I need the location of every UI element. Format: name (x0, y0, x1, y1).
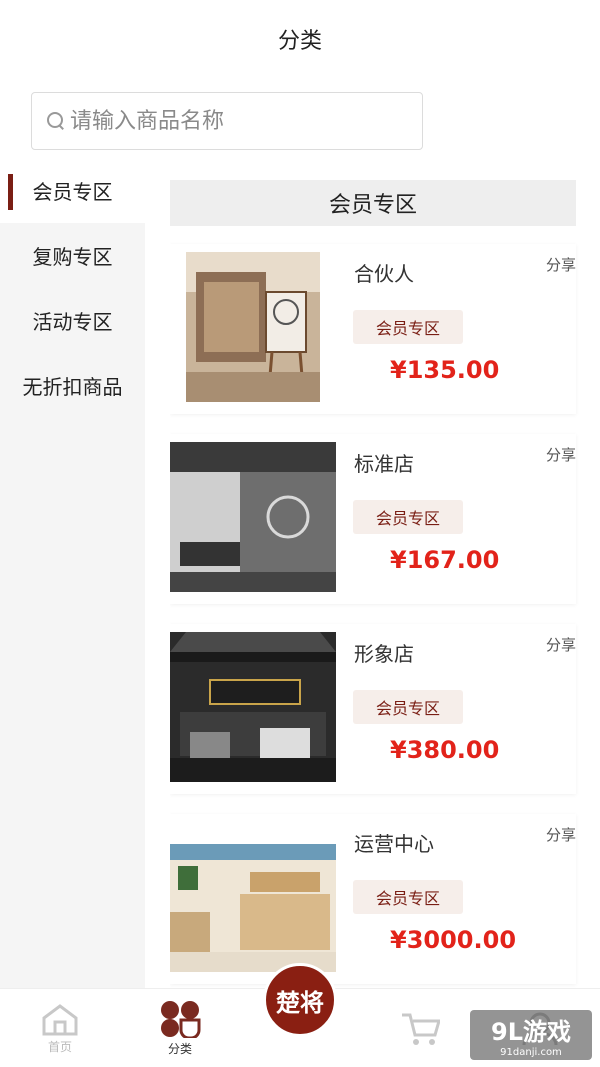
product-price: ¥167.00 (390, 546, 500, 574)
home-icon (42, 1004, 78, 1036)
tab-cart[interactable] (360, 989, 480, 1067)
sidebar-item-label: 无折扣商品 (22, 375, 123, 399)
watermark-url: 91danji.com (500, 1047, 562, 1058)
brand-logo-text: 楚将 (276, 987, 324, 1017)
watermark-title: 9L游戏 (491, 1018, 571, 1046)
tab-category-label: 分类 (167, 1042, 192, 1056)
cart-icon (402, 1013, 440, 1045)
product-card[interactable]: 运营中心 分享 会员专区 ¥3000.00 (170, 814, 576, 984)
site-watermark: 9L游戏 91danji.com (470, 1010, 592, 1060)
tab-home[interactable]: 首页 (0, 989, 120, 1067)
share-button[interactable]: 分享 (546, 444, 576, 465)
product-card[interactable]: 形象店 分享 会员专区 ¥380.00 (170, 624, 576, 794)
search-input[interactable] (70, 108, 400, 134)
product-name: 形象店 (354, 642, 414, 666)
share-button[interactable]: 分享 (546, 824, 576, 845)
brand-logo-button[interactable]: 楚将 (263, 963, 337, 1037)
page-header: 分类 (0, 0, 600, 78)
product-name: 运营中心 (354, 832, 434, 856)
sidebar-item-no-discount[interactable]: 无折扣商品 (0, 353, 145, 418)
product-name: 合伙人 (354, 262, 414, 286)
tab-category[interactable]: 分类 (120, 989, 240, 1067)
sidebar-item-label: 活动专区 (32, 310, 113, 334)
product-image[interactable] (170, 632, 336, 782)
tab-home-label: 首页 (47, 1040, 72, 1054)
product-tag: 会员专区 (353, 500, 463, 534)
section-header: 会员专区 (170, 180, 576, 226)
sidebar-item-label: 会员专区 (32, 180, 113, 204)
product-card[interactable]: 合伙人 分享 会员专区 ¥135.00 (170, 244, 576, 414)
page-title: 分类 (277, 29, 322, 54)
category-icon (161, 1001, 201, 1038)
product-name: 标准店 (354, 452, 414, 476)
sidebar-item-member[interactable]: 会员专区 (0, 158, 145, 223)
product-price: ¥3000.00 (390, 926, 517, 954)
sidebar-item-repurchase[interactable]: 复购专区 (0, 223, 145, 288)
product-image[interactable] (186, 252, 320, 402)
product-tag: 会员专区 (353, 690, 463, 724)
product-tag: 会员专区 (353, 880, 463, 914)
search-icon (46, 111, 66, 131)
sidebar-item-activity[interactable]: 活动专区 (0, 288, 145, 353)
share-button[interactable]: 分享 (546, 254, 576, 275)
share-button[interactable]: 分享 (546, 634, 576, 655)
product-price: ¥380.00 (390, 736, 500, 764)
product-image[interactable] (170, 822, 336, 972)
product-image[interactable] (170, 442, 336, 592)
product-card[interactable]: 标准店 分享 会员专区 ¥167.00 (170, 434, 576, 604)
product-price: ¥135.00 (390, 356, 500, 384)
section-title: 会员专区 (328, 193, 417, 218)
sidebar-item-label: 复购专区 (32, 245, 113, 269)
category-sidebar: 会员专区 复购专区 活动专区 无折扣商品 (0, 158, 145, 988)
product-list-area: 会员专区 合伙人 分享 会员专区 ¥135.00 标准店 分享 会员专区 ¥16… (170, 158, 600, 988)
search-box[interactable] (31, 92, 423, 150)
product-tag: 会员专区 (353, 310, 463, 344)
